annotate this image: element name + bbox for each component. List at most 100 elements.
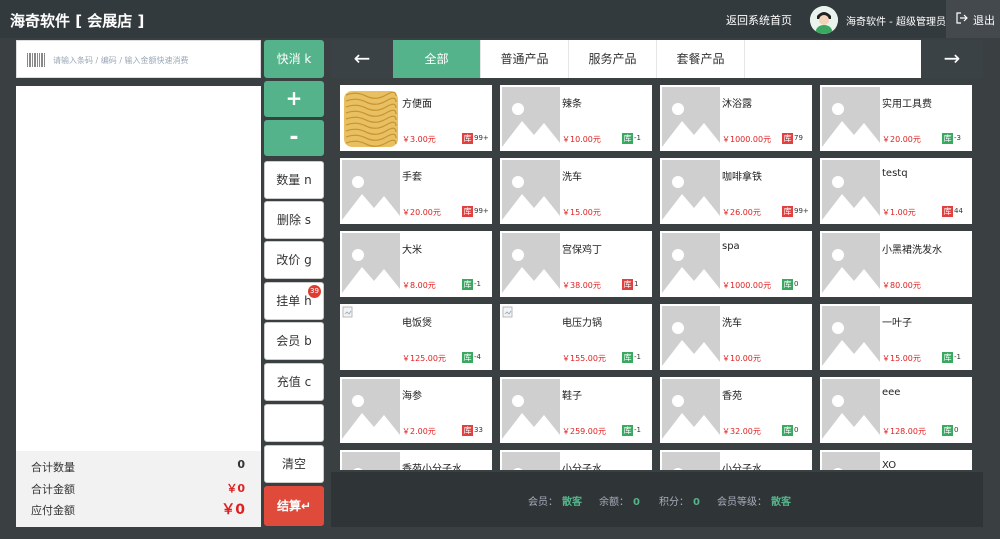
total-amount-row: 合计金额 ￥0	[31, 478, 251, 498]
product-card[interactable]: 手套 ￥20.00元 库 99+	[340, 158, 492, 224]
product-card[interactable]: 小分子水	[660, 450, 812, 470]
stock-badge: 库	[942, 206, 953, 217]
balance-label: 余额：	[599, 497, 629, 508]
product-card[interactable]: 鞋子 ￥259.00元 库 -1	[500, 377, 652, 443]
product-card[interactable]: 洗车 ￥15.00元	[500, 158, 652, 224]
product-card[interactable]: 辣条 ￥10.00元 库 -1	[500, 85, 652, 151]
product-name: spa	[722, 241, 740, 252]
stock-count: 0	[794, 280, 799, 288]
product-name: 海参	[402, 391, 422, 402]
product-card[interactable]: 一叶子 ￥15.00元 库 -1	[820, 304, 972, 370]
product-card[interactable]: 小分子水	[500, 450, 652, 470]
stock-indicator: 库 -1	[942, 352, 961, 363]
blank-button[interactable]	[264, 404, 324, 442]
product-card[interactable]: 宫保鸡丁 ￥38.00元 库 1	[500, 231, 652, 297]
stock-count: -1	[634, 353, 641, 361]
product-card[interactable]: spa ￥1000.00元 库 0	[660, 231, 812, 297]
product-name: 咖啡拿铁	[722, 172, 762, 183]
stock-count: -1	[474, 280, 481, 288]
product-card[interactable]: 大米 ￥8.00元 库 -1	[340, 231, 492, 297]
product-price: ￥259.00元	[562, 427, 606, 436]
clear-button[interactable]: 清空	[264, 445, 324, 483]
product-name: 鞋子	[562, 391, 582, 402]
user-name[interactable]: 海奇软件 - 超级管理员	[846, 13, 946, 28]
image-placeholder-icon	[502, 452, 560, 470]
product-card[interactable]: 香苑 ￥32.00元 库 0	[660, 377, 812, 443]
app-title: 海奇软件 [ 会展店 ]	[10, 12, 145, 30]
stock-indicator: 库 99+	[782, 206, 809, 217]
stock-indicator: 库1	[622, 279, 638, 290]
product-card[interactable]: 香苑小分子水	[340, 450, 492, 470]
product-name: 小分子水	[562, 464, 602, 470]
tab-normal-products[interactable]: 普通产品	[481, 40, 569, 78]
member-level-label: 会员等级：	[717, 497, 767, 508]
total-qty-row: 合计数量 0	[31, 456, 251, 476]
member-level-value: 散客	[771, 497, 791, 508]
product-card[interactable]: testq ￥1.00元 库 44	[820, 158, 972, 224]
barcode-icon	[27, 53, 45, 70]
tab-all[interactable]: 全部	[393, 40, 481, 78]
image-placeholder-icon	[662, 379, 720, 441]
product-name: XO	[882, 460, 897, 470]
next-category-button[interactable]: →	[921, 40, 983, 78]
stock-indicator: 库 -1	[462, 279, 481, 290]
product-card[interactable]: XO	[820, 450, 972, 470]
image-placeholder-icon	[822, 160, 880, 222]
avatar[interactable]	[810, 6, 838, 34]
product-price: ￥20.00元	[402, 208, 441, 217]
image-placeholder-icon	[502, 379, 560, 441]
home-link[interactable]: 返回系统首页	[726, 12, 792, 28]
image-placeholder-icon	[662, 306, 720, 368]
reprice-button[interactable]: 改价 g	[264, 241, 324, 279]
product-card[interactable]: 方便面 ￥3.00元 库 99+	[340, 85, 492, 151]
cart-list[interactable]	[16, 86, 261, 451]
product-name: 一叶子	[882, 318, 912, 329]
stock-indicator: 库 -1	[622, 352, 641, 363]
hold-order-button[interactable]: 挂单 h 39	[264, 282, 324, 320]
product-card[interactable]: 电压力锅 ￥155.00元 库 -1	[500, 304, 652, 370]
scan-box	[16, 40, 261, 78]
tab-package-products[interactable]: 套餐产品	[657, 40, 745, 78]
plus-button[interactable]: +	[264, 81, 324, 117]
stock-indicator: 库0	[942, 425, 958, 436]
quantity-button[interactable]: 数量 n	[264, 161, 324, 199]
product-price: ￥1000.00元	[722, 135, 772, 144]
product-card[interactable]: 电饭煲 ￥125.00元 库 -4	[340, 304, 492, 370]
product-price: ￥125.00元	[402, 354, 446, 363]
prev-category-button[interactable]: ←	[331, 40, 393, 78]
delete-button[interactable]: 删除 s	[264, 201, 324, 239]
product-card[interactable]: eee ￥128.00元 库 0	[820, 377, 972, 443]
tab-service-products[interactable]: 服务产品	[569, 40, 657, 78]
product-price: ￥1000.00元	[722, 281, 772, 290]
product-name: 方便面	[402, 99, 432, 110]
image-placeholder-icon	[502, 87, 560, 149]
quick-consume-button[interactable]: 快消 k	[264, 40, 324, 78]
image-placeholder-icon	[662, 160, 720, 222]
stock-badge: 库	[622, 425, 633, 436]
product-card[interactable]: 小黑裙洗发水 ￥80.00元	[820, 231, 972, 297]
product-card[interactable]: 咖啡拿铁 ￥26.00元 库 99+	[660, 158, 812, 224]
stock-indicator: 库 99+	[462, 206, 489, 217]
product-price: ￥15.00元	[562, 208, 601, 217]
product-price: ￥20.00元	[882, 135, 921, 144]
total-amount-label: 合计金额	[31, 483, 75, 496]
product-card[interactable]: 沐浴露 ￥1000.00元 库 79	[660, 85, 812, 151]
broken-image-icon	[342, 306, 400, 368]
checkout-button[interactable]: 结算↵	[264, 486, 324, 526]
minus-button[interactable]: -	[264, 120, 324, 156]
scan-input[interactable]	[53, 50, 253, 70]
product-card[interactable]: 海参 ￥2.00元 库 33	[340, 377, 492, 443]
member-button[interactable]: 会员 b	[264, 322, 324, 360]
product-card[interactable]: 洗车 ￥10.00元	[660, 304, 812, 370]
stock-indicator: 库 -3	[942, 133, 961, 144]
stock-badge: 库	[622, 279, 633, 290]
product-name: 大米	[402, 245, 422, 256]
stock-indicator: 库0	[782, 425, 798, 436]
logout-button[interactable]: 退出	[946, 0, 1000, 38]
points-label: 积分：	[659, 497, 689, 508]
recharge-button[interactable]: 充值 c	[264, 363, 324, 401]
product-price: ￥3.00元	[402, 135, 436, 144]
product-card[interactable]: 实用工具费 ￥20.00元 库 -3	[820, 85, 972, 151]
image-placeholder-icon	[662, 87, 720, 149]
stock-count: -3	[954, 134, 961, 142]
